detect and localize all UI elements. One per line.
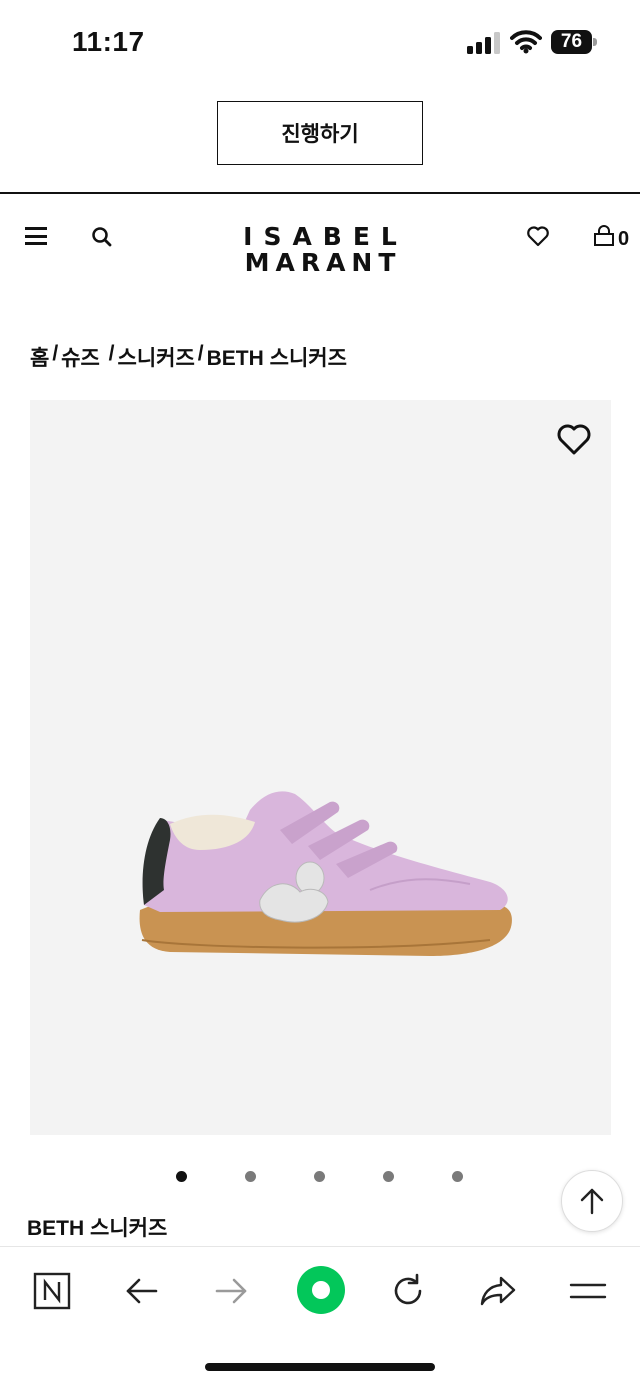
browser-home-button[interactable] — [30, 1269, 74, 1313]
carousel-dot[interactable] — [245, 1171, 256, 1182]
divider — [0, 192, 640, 194]
forward-button[interactable] — [209, 1269, 253, 1313]
back-button[interactable] — [120, 1269, 164, 1313]
breadcrumb-current: BETH 스니커즈 — [206, 347, 347, 370]
wifi-icon — [510, 30, 542, 54]
share-button[interactable] — [476, 1269, 520, 1313]
breadcrumb-separator: / — [197, 342, 204, 365]
product-image[interactable] — [30, 400, 611, 1135]
heart-icon[interactable] — [526, 225, 550, 247]
brand-logo[interactable]: ISABEL MARANT — [212, 224, 428, 276]
carousel-dot[interactable] — [452, 1171, 463, 1182]
status-bar: 11:17 76 — [0, 0, 640, 88]
breadcrumb: 홈 / 슈즈 / 스니커즈 / BETH 스니커즈 — [30, 342, 347, 372]
share-icon — [480, 1276, 516, 1306]
green-dot-button[interactable] — [296, 1265, 346, 1315]
carousel-dots — [176, 1171, 476, 1183]
more-menu-button[interactable] — [566, 1269, 610, 1313]
reload-button[interactable] — [386, 1269, 430, 1313]
home-indicator[interactable] — [205, 1363, 435, 1371]
green-circle-icon — [297, 1266, 345, 1314]
logo-line2: MARANT — [244, 248, 402, 277]
logo-line1: ISABEL — [243, 222, 408, 251]
arrow-up-icon — [580, 1188, 604, 1215]
status-time: 11:17 — [72, 26, 145, 57]
arrow-right-icon — [215, 1278, 247, 1304]
carousel-dot[interactable] — [176, 1171, 187, 1182]
carousel-dot[interactable] — [314, 1171, 325, 1182]
carousel-dot[interactable] — [383, 1171, 394, 1182]
scroll-top-button[interactable] — [561, 1170, 623, 1232]
menu-icon[interactable] — [25, 227, 47, 245]
product-name: BETH 스니커즈 — [27, 1217, 168, 1240]
battery-level: 76 — [551, 30, 592, 54]
search-icon[interactable] — [90, 225, 114, 249]
breadcrumb-shoes[interactable]: 슈즈 — [61, 342, 105, 372]
proceed-button[interactable]: 진행하기 — [217, 101, 423, 165]
naver-n-icon — [33, 1272, 71, 1310]
sneaker-image — [139, 791, 512, 956]
breadcrumb-separator: / — [108, 342, 115, 365]
breadcrumb-separator: / — [52, 342, 59, 365]
bag-icon[interactable] — [593, 225, 615, 247]
arrow-left-icon — [126, 1278, 158, 1304]
hamburger-icon — [569, 1283, 607, 1299]
breadcrumb-sneakers[interactable]: 스니커즈 — [118, 342, 195, 372]
cellular-signal-icon — [467, 32, 500, 54]
bag-count: 0 — [618, 228, 630, 250]
battery-icon: 76 — [551, 30, 597, 55]
reload-icon — [394, 1273, 422, 1305]
breadcrumb-home[interactable]: 홈 — [30, 342, 49, 372]
heart-outline-icon[interactable] — [556, 422, 592, 456]
